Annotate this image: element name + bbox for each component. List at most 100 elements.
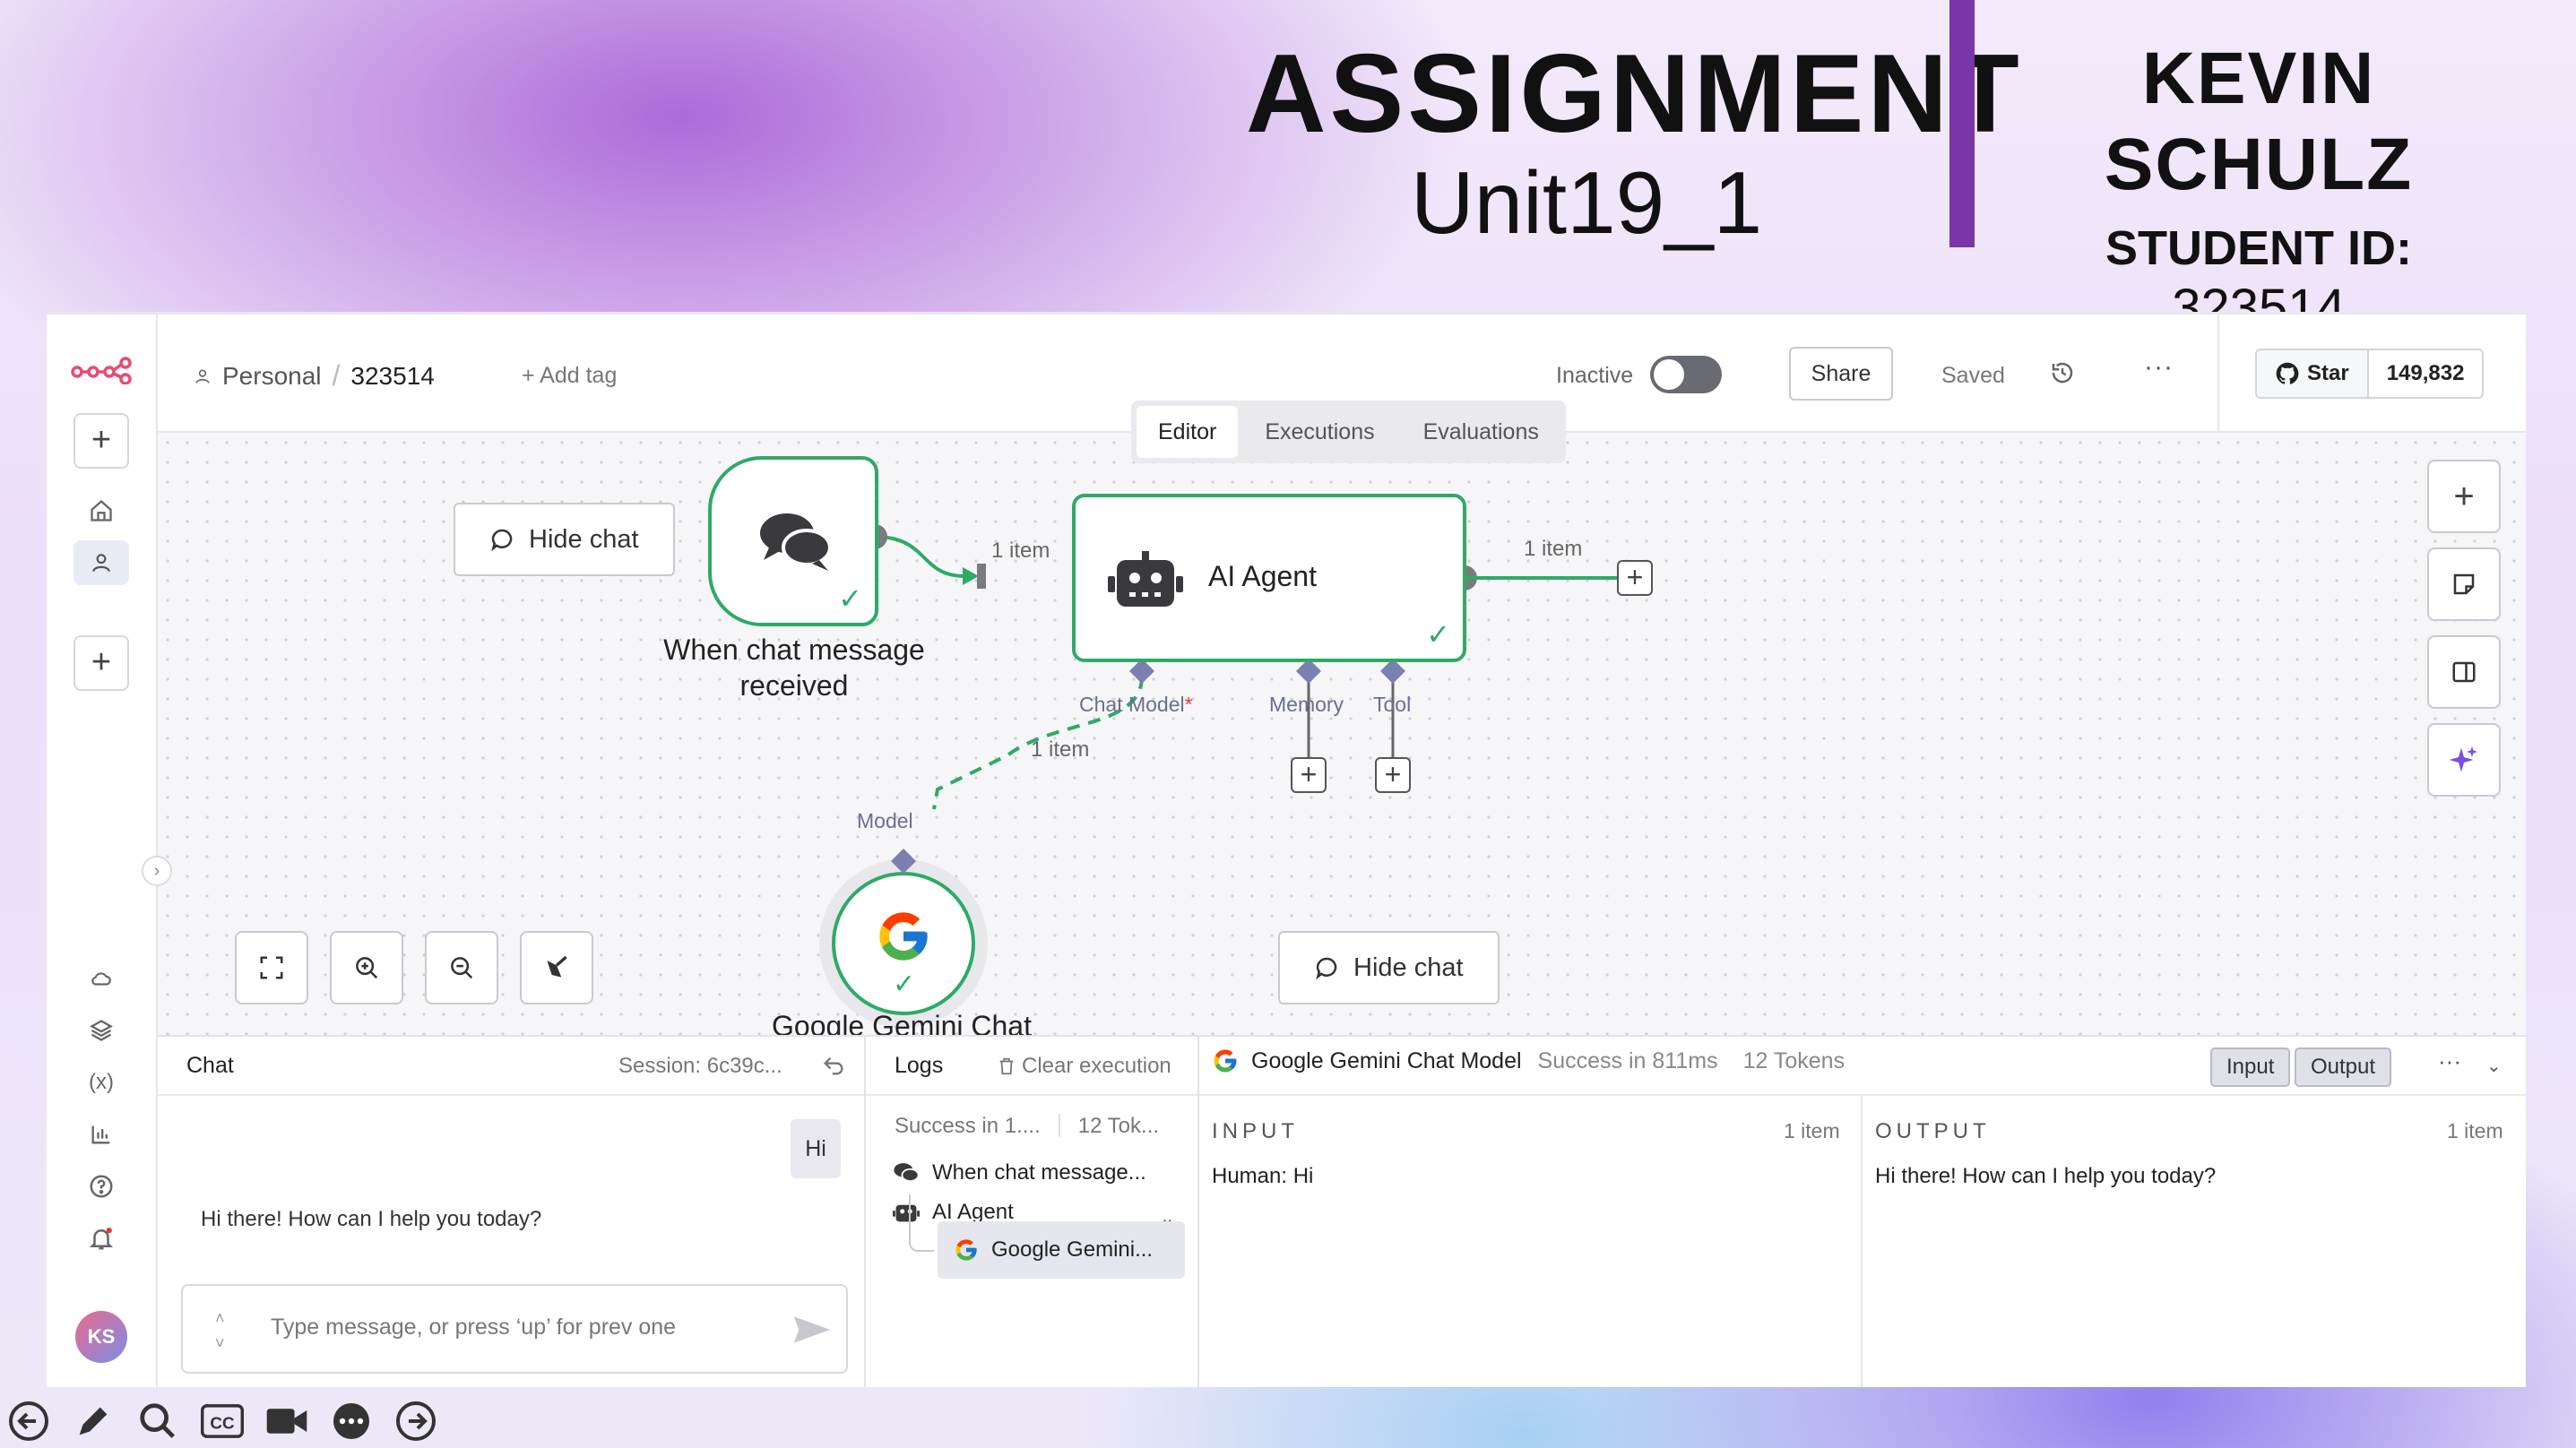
fit-view-icon xyxy=(260,956,283,979)
cloud-icon[interactable] xyxy=(73,956,129,1001)
panel-right-icon xyxy=(2452,661,2476,683)
chat-session-id[interactable]: Session: 6c39c... xyxy=(618,1054,782,1079)
log-item-chat-trigger[interactable]: When chat message... xyxy=(893,1160,1146,1185)
input-count: 1 item xyxy=(1784,1119,1840,1142)
home-icon[interactable] xyxy=(73,488,129,533)
gemini-node-label: Google Gemini Chat xyxy=(772,1010,1032,1035)
tidy-up-button[interactable] xyxy=(520,931,593,1004)
workflow-canvas[interactable]: Hide chat ✓ When chat message received 1… xyxy=(158,433,2526,1035)
workflow-name[interactable]: 323514 xyxy=(350,362,434,391)
show-input-button[interactable]: Input xyxy=(2210,1047,2291,1087)
sparkles-icon xyxy=(2449,746,2477,772)
zoom-icon[interactable] xyxy=(134,1398,181,1444)
next-slide-icon[interactable] xyxy=(393,1398,439,1444)
port-model-diamond[interactable] xyxy=(889,847,918,875)
port-label-memory: Memory xyxy=(1269,693,1344,716)
detail-node-info: Google Gemini Chat Model Success in 811m… xyxy=(1212,1047,1845,1074)
node-ai-agent[interactable]: AI Agent ✓ xyxy=(1072,494,1466,662)
chat-input[interactable]: ˄ ˅ Type message, or press ‘up’ for prev … xyxy=(181,1284,848,1374)
more-options-icon[interactable] xyxy=(328,1398,375,1444)
add-memory-button[interactable]: + xyxy=(1291,757,1327,793)
chat-panel-header: Chat Session: 6c39c... xyxy=(158,1037,864,1096)
share-button[interactable]: Share xyxy=(1789,347,1893,401)
pen-icon[interactable] xyxy=(70,1398,117,1444)
author-name: KEVIN SCHULZ xyxy=(2104,38,2414,205)
personal-user-icon[interactable] xyxy=(73,540,129,585)
output-count: 1 item xyxy=(2447,1119,2503,1142)
log-item-google-gemini[interactable]: Google Gemini... xyxy=(938,1221,1185,1279)
edge-arrowhead xyxy=(963,567,979,585)
sticky-note-button[interactable] xyxy=(2427,547,2501,621)
node-google-gemini[interactable]: ✓ xyxy=(819,859,988,1028)
detail-header: Google Gemini Chat Model Success in 811m… xyxy=(1199,1037,2526,1096)
history-arrows-icon[interactable]: ˄ ˅ xyxy=(215,1306,225,1356)
ai-assistant-button[interactable] xyxy=(2427,723,2501,797)
log-tree-line xyxy=(909,1194,934,1252)
clear-execution-button[interactable]: Clear execution xyxy=(997,1054,1171,1079)
input-column: INPUT 1 item Human: Hi xyxy=(1199,1096,1863,1387)
github-star-widget[interactable]: Star 149,832 xyxy=(2255,349,2485,399)
add-node-button[interactable]: + xyxy=(2427,460,2501,533)
port-label-tool: Tool xyxy=(1373,693,1412,716)
detail-more-icon[interactable]: ··· xyxy=(2438,1047,2461,1075)
add-tag-link[interactable]: + Add tag xyxy=(522,363,617,389)
closed-captions-icon[interactable]: CC xyxy=(199,1398,246,1444)
fit-view-button[interactable] xyxy=(235,931,308,1004)
edge-trigger-to-agent[interactable] xyxy=(874,535,972,578)
github-star-count[interactable]: 149,832 xyxy=(2369,350,2483,397)
port-chat-model-diamond[interactable] xyxy=(1129,659,1154,684)
zoom-out-icon xyxy=(451,957,473,979)
previous-slide-icon[interactable] xyxy=(5,1398,52,1444)
tab-editor[interactable]: Editor xyxy=(1137,406,1239,458)
agent-input-port[interactable] xyxy=(977,564,986,589)
node-chat-trigger[interactable]: ✓ xyxy=(708,456,878,626)
avatar[interactable]: KS xyxy=(75,1311,127,1363)
presentation-toolbar: CC xyxy=(0,1394,448,1448)
github-star-button[interactable]: Star xyxy=(2257,350,2369,397)
show-output-button[interactable]: Output xyxy=(2295,1047,2392,1087)
notifications-bell-icon[interactable] xyxy=(73,1216,129,1261)
port-memory-diamond[interactable] xyxy=(1296,659,1321,684)
n8n-logo-icon[interactable] xyxy=(70,354,133,384)
chat-messages-icon xyxy=(894,1163,920,1182)
send-icon[interactable] xyxy=(792,1313,832,1347)
add-project-button[interactable]: + xyxy=(73,635,129,691)
edge-label-model-agent: 1 item xyxy=(1031,737,1090,762)
logs-panel-header: Logs Clear execution xyxy=(866,1037,1197,1096)
chat-message-user: Hi xyxy=(791,1119,841,1178)
port-tool-diamond[interactable] xyxy=(1380,659,1405,684)
chat-panel-title: Chat xyxy=(186,1053,234,1078)
more-options-icon[interactable]: ··· xyxy=(2144,352,2174,383)
hide-chat-button[interactable]: Hide chat xyxy=(454,503,675,576)
help-icon[interactable] xyxy=(73,1164,129,1209)
sticky-note-icon xyxy=(2453,573,2475,595)
hide-chat-bottom-button[interactable]: Hide chat xyxy=(1278,931,1500,1004)
user-icon xyxy=(195,369,210,384)
add-node-after-agent-button[interactable]: + xyxy=(1617,560,1653,596)
tab-executions[interactable]: Executions xyxy=(1243,406,1396,458)
video-camera-icon[interactable] xyxy=(264,1398,310,1444)
toggle-panel-button[interactable] xyxy=(2427,635,2501,709)
workflow-history-icon[interactable] xyxy=(2049,359,2076,386)
create-button[interactable]: + xyxy=(73,413,129,469)
chat-message-bot: Hi there! How can I help you today? xyxy=(201,1207,542,1231)
breadcrumb-project[interactable]: Personal xyxy=(222,362,322,391)
templates-icon[interactable] xyxy=(73,1008,129,1053)
reset-session-icon[interactable] xyxy=(821,1053,846,1078)
logs-summary-divider xyxy=(1058,1114,1060,1137)
add-tool-button[interactable]: + xyxy=(1375,757,1411,793)
tab-evaluations[interactable]: Evaluations xyxy=(1402,406,1560,458)
variables-icon[interactable]: (x) xyxy=(73,1060,129,1105)
collapse-panel-chevron-icon[interactable]: ⌄ xyxy=(2486,1055,2502,1077)
logs-panel-title: Logs xyxy=(895,1053,944,1078)
active-toggle[interactable] xyxy=(1650,356,1722,393)
google-g-icon xyxy=(1214,1049,1237,1073)
expand-sidebar-chevron-icon[interactable]: › xyxy=(142,856,172,886)
trash-icon xyxy=(999,1057,1014,1075)
zoom-out-button[interactable] xyxy=(425,931,498,1004)
google-g-icon xyxy=(879,912,928,961)
agent-node-title: AI Agent xyxy=(1208,560,1317,592)
zoom-in-button[interactable] xyxy=(330,931,403,1004)
chat-panel: Chat Session: 6c39c... Hi Hi there! How … xyxy=(158,1037,866,1387)
insights-icon[interactable] xyxy=(73,1112,129,1157)
